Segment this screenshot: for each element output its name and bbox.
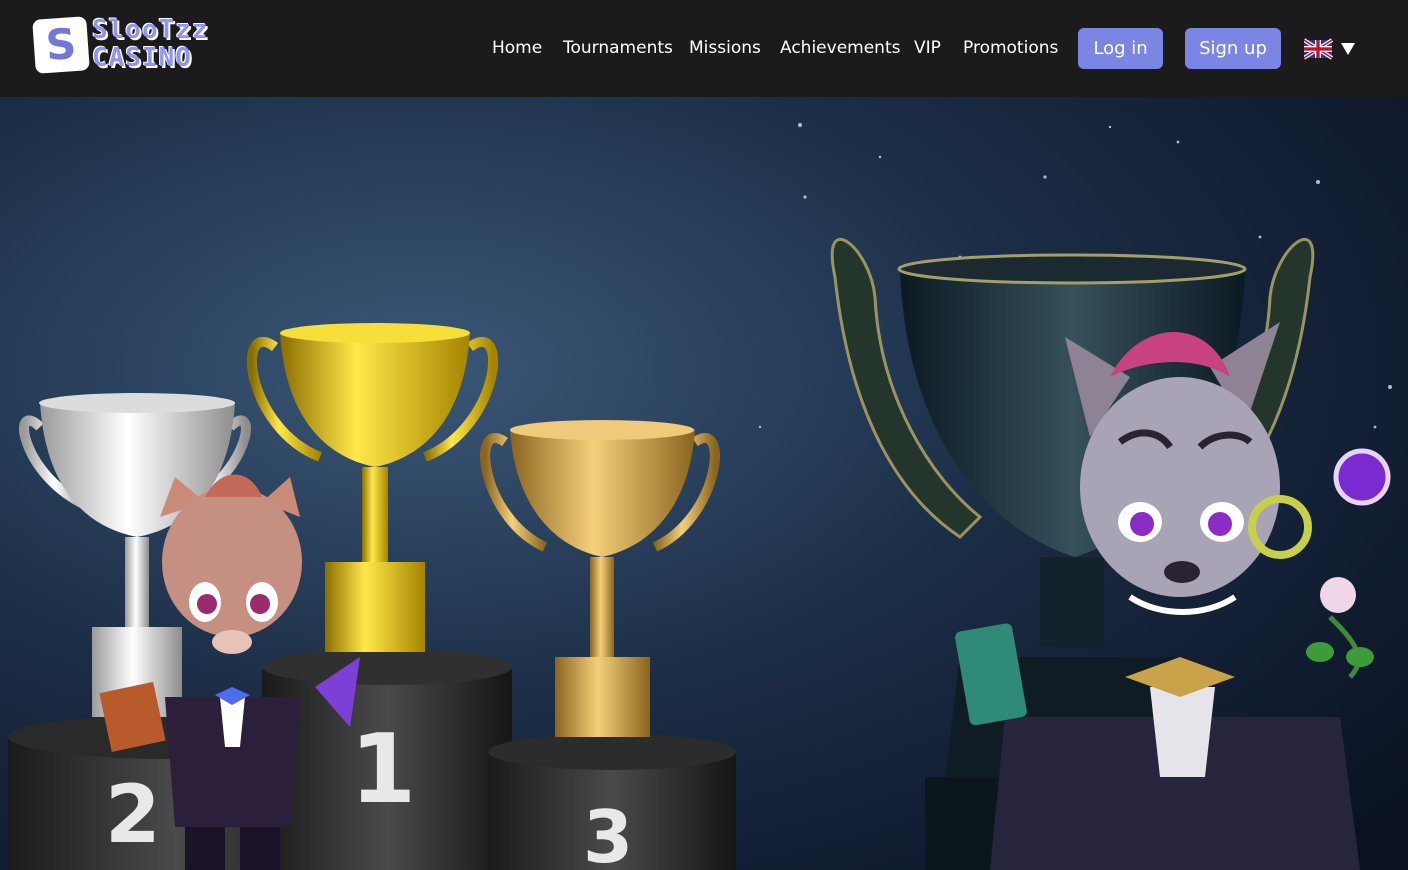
logo-wordmark: SlooTzz CASINO xyxy=(92,16,218,72)
nav-tournaments[interactable]: Tournaments xyxy=(563,38,673,58)
nav-vip[interactable]: VIP xyxy=(914,38,941,58)
top-navigation-bar: S SlooTzz CASINO Home Tournaments Missio… xyxy=(0,0,1408,97)
logo-line-1: SlooTzz xyxy=(92,15,209,45)
login-button[interactable]: Log in xyxy=(1078,28,1163,69)
logo-letter: S xyxy=(44,19,78,70)
language-selector[interactable] xyxy=(1302,38,1358,60)
podium-label-third: 3 xyxy=(583,795,633,870)
logo-badge: S xyxy=(32,16,90,74)
site-logo[interactable]: S SlooTzz CASINO xyxy=(32,16,214,76)
logo-line-2: CASINO xyxy=(92,43,192,73)
signup-button[interactable]: Sign up xyxy=(1185,28,1281,69)
nav-home[interactable]: Home xyxy=(492,38,542,58)
podium-label-second: 2 xyxy=(105,768,161,861)
hero-illustration: 2 1 3 xyxy=(0,97,1408,870)
nav-achievements[interactable]: Achievements xyxy=(780,38,900,58)
nav-promotions[interactable]: Promotions xyxy=(963,38,1058,58)
hero-banner[interactable]: 2 1 3 xyxy=(0,97,1408,870)
podium-label-first: 1 xyxy=(350,715,416,825)
triangle-down-icon xyxy=(1341,43,1355,55)
nav-missions[interactable]: Missions xyxy=(689,38,761,58)
